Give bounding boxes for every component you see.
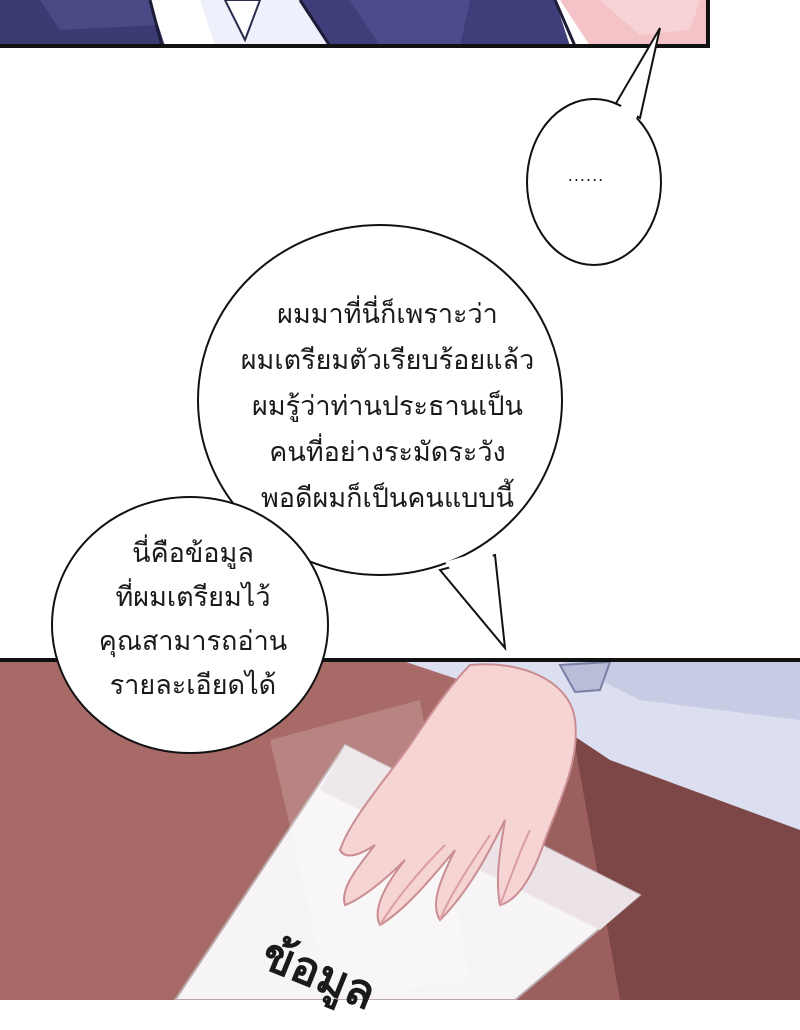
info-speech-line: รายละเอียดได้ [109, 670, 277, 701]
main-speech-line: พอดีผมก็เป็นคนแบบนี้ [261, 483, 514, 514]
ellipsis-text: ...... [567, 166, 605, 185]
main-speech-text: ผมมาที่นี่ก็เพราะว่า ผมเตรียมตัวเรียบร้อ… [205, 292, 570, 522]
main-speech-line: ผมรู้ว่าท่านประธานเป็น [252, 391, 523, 422]
info-speech-line: ที่ผมเตรียมไว้ [115, 582, 271, 613]
top-panel [0, 0, 800, 48]
info-speech-line: คุณสามารถอ่าน [98, 626, 288, 657]
main-speech-line: คนที่อย่างระมัดระวัง [269, 437, 506, 468]
info-speech-line: นี่คือข้อมูล [132, 538, 254, 569]
main-speech-line: ผมเตรียมตัวเรียบร้อยแล้ว [240, 345, 535, 376]
main-speech-line: ผมมาที่นี่ก็เพราะว่า [277, 299, 498, 330]
info-speech-text: นี่คือข้อมูล ที่ผมเตรียมไว้ คุณสามารถอ่า… [58, 532, 328, 708]
ellipsis-bubble [526, 27, 662, 266]
